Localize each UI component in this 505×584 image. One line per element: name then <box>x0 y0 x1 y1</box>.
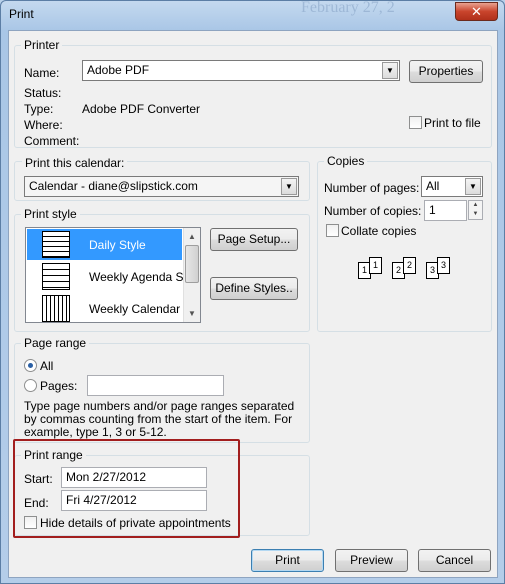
page-range-title: Page range <box>21 336 90 350</box>
style-item-label: Daily Style <box>89 238 146 252</box>
weekly-calendar-icon <box>42 295 70 322</box>
pages-label[interactable]: Pages: <box>40 379 77 393</box>
number-of-pages-label: Number of pages: <box>324 181 420 195</box>
list-item[interactable]: Weekly Agenda Style <box>27 261 200 292</box>
define-styles-button[interactable]: Define Styles.. <box>210 277 298 300</box>
page-icon: 3 <box>437 257 450 274</box>
print-to-file-checkbox[interactable] <box>409 116 422 129</box>
print-dialog: Print February 27, 2 ✕ Printer Name: Ado… <box>0 0 505 584</box>
chevron-down-icon[interactable]: ▼ <box>465 178 481 195</box>
type-value: Adobe PDF Converter <box>82 102 201 116</box>
all-pages-label[interactable]: All <box>40 359 53 373</box>
print-calendar-label: Print this calendar: <box>22 156 128 170</box>
list-item[interactable]: Weekly Calendar Style <box>27 293 200 322</box>
print-style-list[interactable]: Daily Style Weekly Agenda Style Weekly C… <box>25 227 201 323</box>
printer-name-select[interactable]: Adobe PDF ▼ <box>82 60 400 81</box>
pages-input[interactable] <box>87 375 224 396</box>
status-label: Status: <box>24 86 62 100</box>
chevron-down-icon[interactable]: ▼ <box>382 62 398 79</box>
printer-group-title: Printer <box>21 38 63 52</box>
spin-up-icon[interactable]: ▲ <box>469 201 482 210</box>
number-of-pages-value: All <box>426 179 440 193</box>
list-item[interactable]: Daily Style <box>27 229 182 260</box>
weekly-agenda-icon <box>42 263 70 290</box>
spin-down-icon[interactable]: ▼ <box>469 210 482 219</box>
background-window-text: February 27, 2 <box>301 0 395 16</box>
printer-name-value: Adobe PDF <box>87 63 150 77</box>
type-label: Type: <box>24 102 54 116</box>
number-of-copies-label: Number of copies: <box>324 204 422 218</box>
collate-checkbox[interactable] <box>326 224 339 237</box>
scroll-down-icon[interactable]: ▼ <box>184 305 200 322</box>
print-to-file-label[interactable]: Print to file <box>424 116 481 130</box>
scroll-up-icon[interactable]: ▲ <box>184 228 200 245</box>
calendar-value: Calendar - diane@slipstick.com <box>29 179 198 193</box>
collate-label[interactable]: Collate copies <box>341 224 416 238</box>
print-range-highlight <box>13 439 240 538</box>
page-icon: 2 <box>403 257 416 274</box>
style-list-scrollbar[interactable]: ▲ ▼ <box>183 228 200 322</box>
preview-button[interactable]: Preview <box>335 549 408 572</box>
page-setup-button[interactable]: Page Setup... <box>210 228 298 251</box>
page-icon: 1 <box>369 257 382 274</box>
close-button[interactable]: ✕ <box>455 2 498 21</box>
title-bar[interactable]: Print February 27, 2 ✕ <box>1 0 504 29</box>
copies-title: Copies <box>324 154 368 168</box>
print-style-title: Print style <box>21 207 80 221</box>
where-label: Where: <box>24 118 63 132</box>
scroll-thumb[interactable] <box>185 245 199 283</box>
all-pages-radio[interactable] <box>24 359 37 372</box>
page-range-help-text: Type page numbers and/or page ranges sep… <box>24 399 295 439</box>
number-of-copies-input[interactable]: 1 <box>424 200 467 221</box>
window-title: Print <box>9 7 34 21</box>
calendar-select[interactable]: Calendar - diane@slipstick.com ▼ <box>24 176 299 197</box>
pages-radio[interactable] <box>24 379 37 392</box>
cancel-button[interactable]: Cancel <box>418 549 491 572</box>
name-label: Name: <box>24 66 60 80</box>
number-of-pages-select[interactable]: All ▼ <box>421 176 483 197</box>
chevron-down-icon[interactable]: ▼ <box>281 178 297 195</box>
copies-spinner[interactable]: ▲ ▼ <box>468 200 483 220</box>
properties-button[interactable]: Properties <box>409 60 483 83</box>
comment-label: Comment: <box>24 134 80 148</box>
print-button[interactable]: Print <box>251 549 324 572</box>
daily-style-icon <box>42 231 70 258</box>
